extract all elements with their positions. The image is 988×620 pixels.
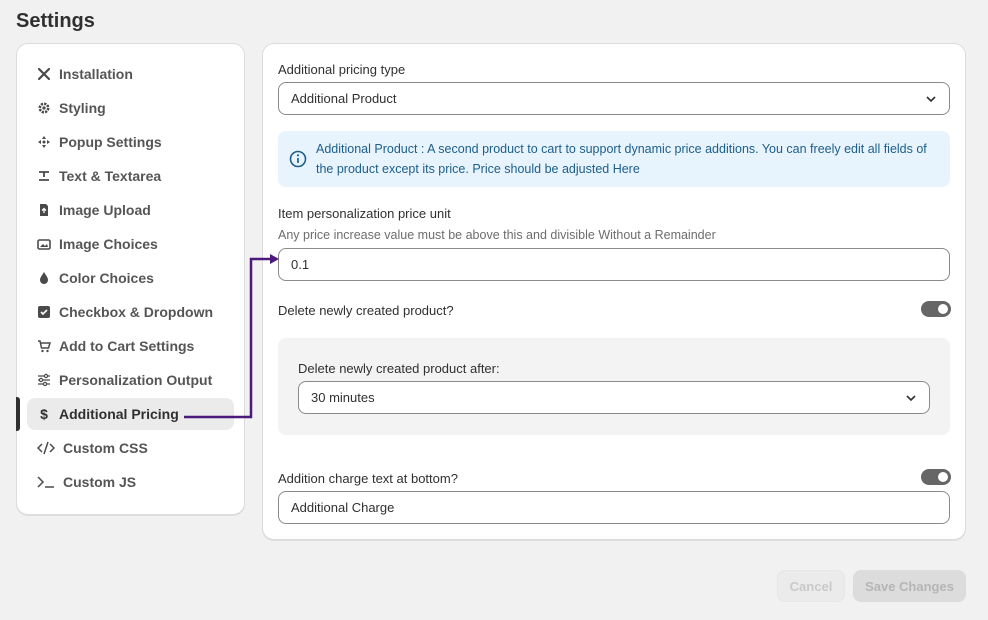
pricing-type-label: Additional pricing type (278, 62, 406, 77)
price-unit-value: 0.1 (291, 257, 310, 272)
terminal-icon (37, 475, 55, 489)
delete-product-toggle[interactable] (921, 301, 951, 317)
code-icon (37, 441, 55, 455)
sidebar-item-label: Styling (59, 100, 106, 116)
page-title: Settings (16, 10, 95, 32)
sidebar-item-label: Color Choices (59, 270, 154, 286)
chevron-down-icon (926, 96, 936, 103)
info-banner: Additional Product : A second product to… (278, 131, 950, 187)
delete-after-value: 30 minutes (311, 390, 375, 405)
info-icon (289, 150, 307, 168)
save-changes-button[interactable]: Save Changes (853, 570, 966, 602)
charge-text-label: Addition charge text at bottom? (278, 471, 458, 486)
images-icon (37, 237, 51, 251)
droplet-icon (37, 271, 51, 285)
sidebar-item-custom-css[interactable]: Custom CSS (17, 431, 244, 465)
info-banner-text: Additional Product : A second product to… (316, 142, 927, 176)
sidebar-item-label: Custom JS (63, 474, 137, 490)
text-icon (37, 169, 51, 183)
toggle-knob (938, 472, 948, 482)
sidebar-item-popup-settings[interactable]: Popup Settings (17, 125, 244, 159)
toggle-knob (938, 304, 948, 314)
pricing-type-value: Additional Product (291, 91, 397, 106)
delete-product-label: Delete newly created product? (278, 303, 454, 318)
sidebar-item-label: Image Upload (59, 202, 151, 218)
pricing-type-select[interactable]: Additional Product (278, 82, 950, 115)
delete-after-panel: Delete newly created product after: 30 m… (278, 338, 950, 435)
sidebar-item-custom-js[interactable]: Custom JS (17, 465, 244, 499)
active-indicator (16, 397, 20, 431)
sidebar-item-label: Add to Cart Settings (59, 338, 195, 354)
cart-icon (37, 339, 51, 353)
checkbox-icon (37, 305, 51, 319)
sidebar-item-label: Text & Textarea (59, 168, 162, 184)
cancel-button[interactable]: Cancel (777, 570, 845, 602)
charge-text-toggle[interactable] (921, 469, 951, 485)
sliders-icon (37, 373, 51, 387)
gear-icon (37, 101, 51, 115)
dollar-icon: $ (40, 406, 48, 422)
file-upload-icon (37, 203, 51, 217)
sidebar-item-label: Popup Settings (59, 134, 162, 150)
sidebar-item-installation[interactable]: Installation (17, 57, 244, 91)
sidebar-item-label: Installation (59, 66, 133, 82)
sidebar-item-label: Additional Pricing (59, 406, 179, 422)
sidebar-item-styling[interactable]: Styling (17, 91, 244, 125)
sidebar-item-label: Image Choices (59, 236, 158, 252)
tools-icon (37, 67, 51, 81)
sidebar-item-label: Custom CSS (63, 440, 148, 456)
move-icon (37, 135, 51, 149)
price-unit-input[interactable]: 0.1 (278, 248, 950, 281)
sidebar-item-text-textarea[interactable]: Text & Textarea (17, 159, 244, 193)
charge-text-input[interactable]: Additional Charge (278, 491, 950, 524)
delete-after-label: Delete newly created product after: (298, 361, 500, 376)
charge-text-value: Additional Charge (291, 500, 395, 515)
delete-after-select[interactable]: 30 minutes (298, 381, 930, 414)
sidebar-item-image-upload[interactable]: Image Upload (17, 193, 244, 227)
annotation-arrow (184, 254, 279, 419)
pricing-settings-card: Additional pricing type Additional Produ… (262, 43, 966, 540)
chevron-down-icon (906, 395, 916, 402)
price-unit-label: Item personalization price unit (278, 206, 451, 221)
price-unit-help: Any price increase value must be above t… (278, 228, 716, 242)
